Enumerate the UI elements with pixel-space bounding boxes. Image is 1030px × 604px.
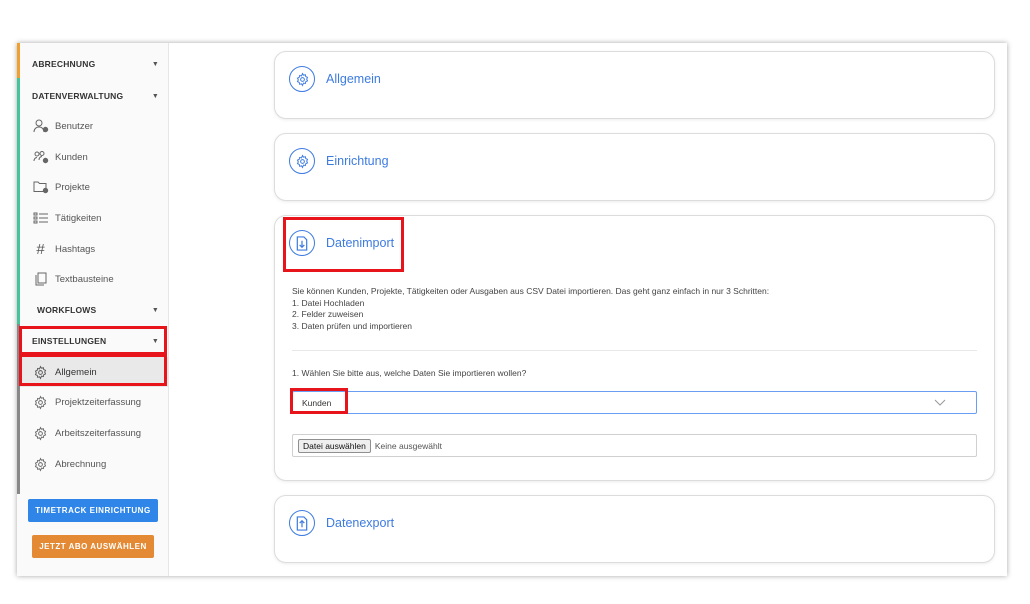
sidebar-item-label: Benutzer	[55, 120, 94, 132]
sidebar-item-label: Kunden	[55, 151, 88, 163]
card-header[interactable]: Einrichtung	[289, 148, 389, 174]
customers-icon	[32, 150, 49, 164]
card-title: Datenexport	[326, 516, 395, 530]
project-folder-icon	[32, 180, 49, 194]
sidebar-item-arbeitszeiterfassung[interactable]: Arbeitszeiterfassung	[20, 418, 168, 448]
card-allgemein[interactable]: Allgemein	[274, 51, 995, 119]
section-datenverwaltung[interactable]: DATENVERWALTUNG ▼	[17, 81, 169, 111]
chevron-down-icon	[934, 398, 946, 408]
choose-file-button[interactable]: Datei auswählen	[298, 438, 371, 453]
user-settings-icon	[32, 119, 49, 133]
caret-down-icon: ▼	[151, 306, 159, 314]
card-title: Einrichtung	[326, 154, 389, 168]
section-label: ABRECHNUNG	[32, 59, 96, 69]
file-import-icon	[289, 230, 315, 256]
file-export-icon	[289, 510, 315, 536]
file-status: Keine ausgewählt	[374, 440, 442, 451]
section-workflows[interactable]: WORKFLOWS ▼	[17, 295, 169, 325]
sidebar-item-taetigkeiten[interactable]: Tätigkeiten	[20, 203, 168, 233]
caret-down-icon: ▼	[151, 60, 159, 68]
gear-icon	[32, 395, 49, 409]
sidebar-item-label: Allgemein	[55, 366, 97, 378]
sidebar-item-benutzer[interactable]: Benutzer	[20, 111, 168, 141]
choose-subscription-button[interactable]: JETZT ABO AUSWÄHLEN	[32, 535, 154, 558]
sidebar-item-label: Projekte	[55, 181, 90, 193]
import-description: Sie können Kunden, Projekte, Tätigkeiten…	[292, 286, 769, 332]
section-label: EINSTELLUNGEN	[32, 336, 107, 346]
divider	[292, 350, 977, 351]
description-line: Sie können Kunden, Projekte, Tätigkeiten…	[292, 286, 770, 296]
description-step: 2. Felder zuweisen	[292, 309, 364, 319]
section-label: DATENVERWALTUNG	[32, 91, 124, 101]
card-header[interactable]: Allgemein	[289, 66, 381, 92]
sidebar-item-hashtags[interactable]: # Hashtags	[20, 234, 168, 264]
text-blocks-icon	[32, 272, 49, 286]
sidebar-item-textbausteine[interactable]: Textbausteine	[20, 264, 168, 294]
data-type-question: 1. Wählen Sie bitte aus, welche Daten Si…	[292, 368, 527, 378]
sidebar-item-label: Tätigkeiten	[55, 212, 102, 224]
section-abrechnung[interactable]: ABRECHNUNG ▼	[17, 49, 169, 79]
gear-icon	[289, 66, 315, 92]
sidebar-item-abrechnung[interactable]: Abrechnung	[20, 449, 168, 479]
sidebar-item-projektzeiterfassung[interactable]: Projektzeiterfassung	[20, 387, 168, 417]
section-label: WORKFLOWS	[37, 305, 97, 315]
sidebar-item-projekte[interactable]: Projekte	[20, 172, 168, 202]
description-step: 1. Datei Hochladen	[292, 297, 365, 308]
gear-icon	[32, 426, 49, 440]
file-input[interactable]: Datei auswählen Keine ausgewählt	[292, 434, 977, 457]
sidebar-item-label: Projektzeiterfassung	[55, 396, 142, 408]
list-icon	[32, 211, 49, 225]
main-content: Allgemein Einrichtung Datenimport Sie kö…	[170, 43, 1007, 576]
description-step: 3. Daten prüfen und importieren	[292, 320, 413, 331]
card-datenexport[interactable]: Datenexport	[274, 495, 995, 563]
hashtag-icon: #	[36, 240, 45, 258]
gear-icon	[289, 148, 315, 174]
sidebar-item-kunden[interactable]: Kunden	[20, 142, 168, 172]
card-header[interactable]: Datenimport	[289, 230, 394, 256]
sidebar-item-label: Arbeitszeiterfassung	[55, 427, 142, 439]
sidebar: ABRECHNUNG ▼ DATENVERWALTUNG ▼ Benutzer …	[17, 43, 169, 576]
gear-icon	[32, 457, 49, 471]
sidebar-item-label: Abrechnung	[55, 458, 107, 470]
caret-down-icon: ▼	[151, 92, 159, 100]
select-value: Kunden	[302, 397, 332, 408]
sidebar-item-label: Hashtags	[55, 243, 96, 255]
card-title: Allgemein	[326, 72, 381, 86]
app-window: ABRECHNUNG ▼ DATENVERWALTUNG ▼ Benutzer …	[17, 43, 1007, 576]
card-title: Datenimport	[326, 236, 395, 250]
caret-down-icon: ▼	[151, 337, 159, 345]
data-type-select[interactable]: Kunden	[292, 391, 977, 414]
card-header[interactable]: Datenexport	[289, 510, 394, 536]
card-datenimport: Datenimport Sie können Kunden, Projekte,…	[274, 215, 995, 481]
card-einrichtung[interactable]: Einrichtung	[274, 133, 995, 201]
sidebar-item-allgemein[interactable]: Allgemein	[20, 357, 168, 387]
timetrack-setup-button[interactable]: TIMETRACK EINRICHTUNG	[28, 499, 158, 522]
sidebar-item-label: Textbausteine	[55, 273, 114, 285]
gear-icon	[32, 365, 49, 379]
section-einstellungen[interactable]: EINSTELLUNGEN ▼	[17, 326, 169, 356]
